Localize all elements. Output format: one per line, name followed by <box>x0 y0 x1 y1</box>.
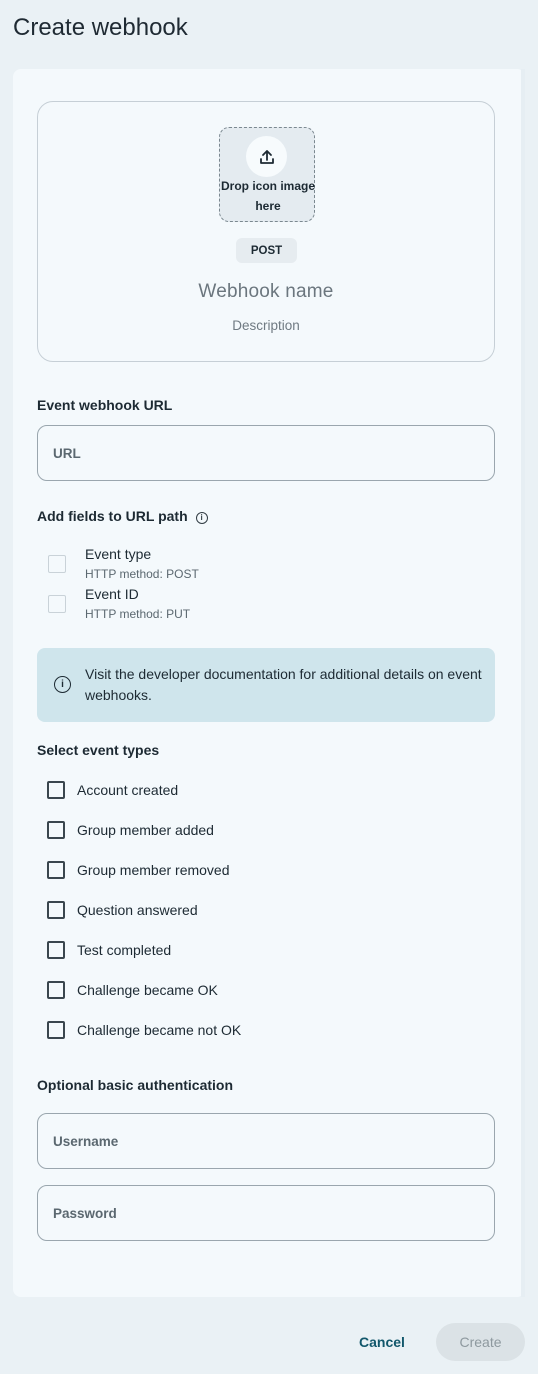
event-option-account-created[interactable]: Account created <box>47 780 178 800</box>
event-option-label: Challenge became OK <box>77 982 218 998</box>
url-path-label-text: Add fields to URL path <box>37 508 188 524</box>
webhook-name-input[interactable]: Webhook name <box>38 281 494 303</box>
event-option-test-completed[interactable]: Test completed <box>47 940 171 960</box>
event-types-section-label: Select event types <box>37 742 160 758</box>
card-scroll-edge <box>521 69 525 1297</box>
info-banner: i Visit the developer documentation for … <box>37 648 495 722</box>
checkbox[interactable] <box>47 941 65 959</box>
password-input[interactable]: Password <box>37 1185 495 1241</box>
event-option-label: Account created <box>77 782 179 798</box>
event-option-group-member-added[interactable]: Group member added <box>47 820 214 840</box>
cancel-button[interactable]: Cancel <box>343 1323 421 1361</box>
username-input[interactable]: Username <box>37 1113 495 1169</box>
icon-drop-zone[interactable]: Drop icon image here <box>219 127 315 222</box>
checkbox[interactable] <box>47 821 65 839</box>
event-type-checkbox[interactable] <box>48 555 66 573</box>
event-option-question-answered[interactable]: Question answered <box>47 900 198 920</box>
event-option-label: Group member added <box>77 822 214 838</box>
url-path-field-event-type: Event type HTTP method: POST <box>47 546 347 582</box>
checkbox[interactable] <box>47 981 65 999</box>
path-field-subtitle: HTTP method: PUT <box>85 607 191 621</box>
webhook-description-input[interactable]: Description <box>38 318 494 333</box>
event-option-label: Group member removed <box>77 862 230 878</box>
event-option-challenge-became-not-ok[interactable]: Challenge became not OK <box>47 1020 241 1040</box>
url-input[interactable]: URL <box>37 425 495 481</box>
checkbox[interactable] <box>47 901 65 919</box>
info-icon: i <box>54 676 71 693</box>
drop-zone-label: Drop icon image here <box>220 179 315 213</box>
url-section-label: Event webhook URL <box>37 397 173 413</box>
auth-section-label: Optional basic authentication <box>37 1077 234 1093</box>
checkbox[interactable] <box>47 861 65 879</box>
checkbox[interactable] <box>47 1021 65 1039</box>
url-path-section-label: Add fields to URL path i <box>37 508 208 524</box>
path-field-subtitle: HTTP method: POST <box>85 567 199 581</box>
event-option-label: Test completed <box>77 942 172 958</box>
event-option-challenge-became-ok[interactable]: Challenge became OK <box>47 980 218 1000</box>
info-icon[interactable]: i <box>195 511 208 524</box>
page-title: Create webhook <box>13 14 188 41</box>
http-method-badge: POST <box>236 238 297 263</box>
path-field-title: Event type <box>85 546 152 562</box>
webhook-form-card: Drop icon image here POST Webhook name D… <box>13 69 525 1297</box>
event-option-label: Question answered <box>77 902 198 918</box>
event-option-label: Challenge became not OK <box>77 1022 242 1038</box>
event-id-checkbox[interactable] <box>48 595 66 613</box>
webhook-preview-card: Drop icon image here POST Webhook name D… <box>37 101 495 362</box>
create-button[interactable]: Create <box>436 1323 525 1361</box>
url-path-field-event-id: Event ID HTTP method: PUT <box>47 586 347 622</box>
checkbox[interactable] <box>47 781 65 799</box>
event-option-group-member-removed[interactable]: Group member removed <box>47 860 230 880</box>
path-field-title: Event ID <box>85 586 139 602</box>
upload-icon <box>246 136 287 177</box>
info-banner-text: Visit the developer documentation for ad… <box>85 666 482 703</box>
